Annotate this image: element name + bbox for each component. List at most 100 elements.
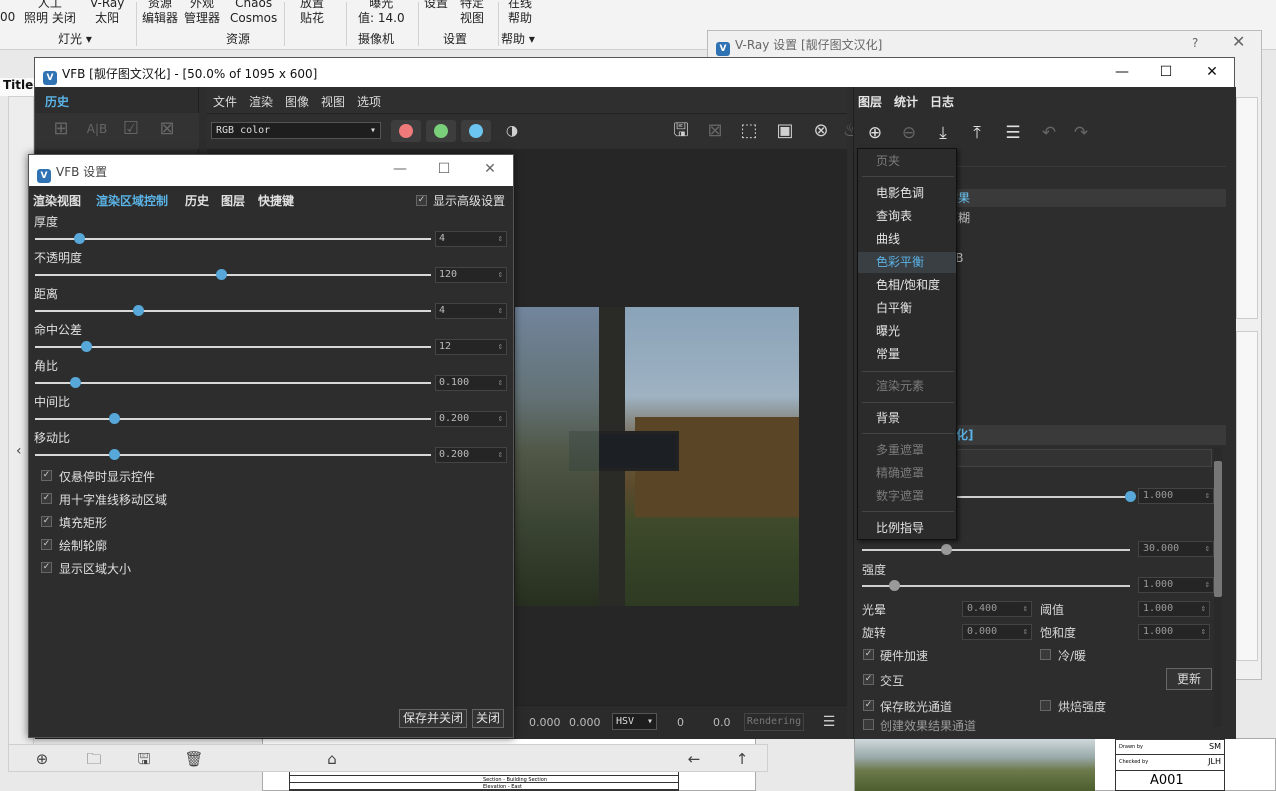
slider-track[interactable]: [35, 310, 431, 312]
close-icon[interactable]: ✕: [1232, 32, 1245, 51]
checkbox[interactable]: ✓: [41, 562, 52, 573]
color-mode-select[interactable]: HSV ▾: [612, 713, 657, 730]
layer-row[interactable]: 效果: [942, 189, 1226, 207]
minimize-icon[interactable]: —: [385, 159, 415, 179]
scrollbar[interactable]: [1236, 331, 1258, 661]
blue-channel-button[interactable]: [461, 120, 491, 142]
add-scene-icon[interactable]: ⊕: [31, 749, 53, 769]
vfb-settings-titlebar[interactable]: V VFB 设置 — ☐ ✕: [29, 155, 513, 186]
menu-item-ratio-guide[interactable]: 比例指导: [858, 518, 956, 539]
asset-editor-button[interactable]: 资源 编辑器: [142, 0, 178, 26]
menu-item-folder[interactable]: 页夹: [858, 151, 956, 172]
menu-image[interactable]: 图像: [285, 93, 309, 110]
ab-compare-icon[interactable]: A|B: [83, 117, 111, 141]
maximize-icon[interactable]: ☐: [1151, 62, 1181, 82]
remove-history-icon[interactable]: ⊠: [153, 117, 181, 141]
update-button[interactable]: 更新: [1166, 668, 1212, 690]
slider-track[interactable]: [35, 382, 431, 384]
slider-knob[interactable]: [109, 449, 120, 460]
slider-value-field[interactable]: 4: [435, 303, 507, 319]
vfb-settings-dialog[interactable]: V VFB 设置 — ☐ ✕ 渲染视图 渲染区域控制 历史 图层 快捷键 ✓ 显示…: [28, 154, 514, 738]
place-decal-button[interactable]: 放置 贴花: [300, 0, 324, 26]
menu-item-multi-matte[interactable]: 多重遮罩: [858, 440, 956, 461]
advanced-settings-checkbox[interactable]: ✓: [416, 195, 427, 206]
close-button[interactable]: 关闭: [472, 709, 504, 728]
slider-track[interactable]: [862, 585, 1130, 587]
tab-history[interactable]: 历史: [185, 192, 209, 209]
strength-field[interactable]: 1.000: [1138, 577, 1214, 593]
ribbon-group-help[interactable]: 帮助 ▾: [501, 30, 535, 47]
menu-item-color-balance[interactable]: 色彩平衡: [858, 252, 956, 273]
interactive-checkbox[interactable]: ✓: [863, 674, 874, 685]
slider-value-field[interactable]: 0.200: [435, 447, 507, 463]
menu-item-filmic-tonemap[interactable]: 电影色调: [858, 183, 956, 204]
menu-item-background[interactable]: 背景: [858, 408, 956, 429]
menu-render[interactable]: 渲染: [249, 93, 273, 110]
tab-history[interactable]: 历史: [45, 93, 69, 110]
slider-knob[interactable]: [70, 377, 81, 388]
delete-icon[interactable]: 🗑: [183, 749, 205, 769]
layer-row[interactable]: 模糊: [942, 209, 1226, 227]
rotate-field[interactable]: 0.000: [962, 624, 1032, 640]
channel-select[interactable]: RGB color ▾: [211, 122, 381, 139]
checkbox[interactable]: ✓: [41, 539, 52, 550]
menu-file[interactable]: 文件: [213, 93, 237, 110]
slider-knob[interactable]: [133, 305, 144, 316]
clear-image-icon[interactable]: ⊠: [701, 119, 729, 143]
tab-layers[interactable]: 图层: [221, 192, 245, 209]
open-folder-icon[interactable]: 🗀: [83, 749, 105, 769]
menu-item-digit-matte[interactable]: 数字遮罩: [858, 486, 956, 507]
menu-item-constant[interactable]: 常量: [858, 344, 956, 365]
checkbox[interactable]: ✓: [41, 470, 52, 481]
load-layers-icon[interactable]: ⤒: [962, 121, 992, 145]
exposure-value-control[interactable]: 曝光 值: 14.0: [358, 0, 405, 26]
checkbox[interactable]: ✓: [41, 493, 52, 504]
layer-row[interactable]: GB: [942, 249, 1226, 267]
menu-view[interactable]: 视图: [321, 93, 345, 110]
follow-mouse-icon[interactable]: ▣: [771, 119, 799, 143]
value-field-1[interactable]: 1.000: [1138, 488, 1214, 504]
save-bloom-checkbox[interactable]: ✓: [863, 700, 874, 711]
save-and-close-button[interactable]: 保存并关闭: [399, 709, 467, 728]
close-icon[interactable]: ✕: [1197, 62, 1227, 82]
slider-track[interactable]: [862, 549, 1130, 551]
slider-track[interactable]: [35, 346, 431, 348]
log-icon[interactable]: ☰: [815, 710, 843, 734]
create-effect-checkbox[interactable]: [863, 719, 874, 730]
slider-track[interactable]: [35, 238, 431, 240]
layer-presets-icon[interactable]: ☰: [998, 121, 1028, 145]
tab-stats[interactable]: 统计: [894, 93, 918, 110]
tab-shortcuts[interactable]: 快捷键: [258, 192, 294, 209]
slider-value-field[interactable]: 0.100: [435, 375, 507, 391]
tab-log[interactable]: 日志: [930, 93, 954, 110]
tab-render-region[interactable]: 渲染区域控制: [96, 192, 168, 209]
value-field-2[interactable]: 30.000: [1138, 541, 1214, 557]
menu-item-lut[interactable]: 查询表: [858, 206, 956, 227]
arrow-left-icon[interactable]: ←: [683, 749, 705, 769]
save-history-icon[interactable]: ⊞: [47, 117, 75, 141]
slider-knob[interactable]: [941, 544, 952, 555]
menu-item-curves[interactable]: 曲线: [858, 229, 956, 250]
slider-track[interactable]: [35, 418, 431, 420]
hw-accel-checkbox[interactable]: ✓: [863, 649, 874, 660]
arrow-up-icon[interactable]: ↑: [731, 749, 753, 769]
slider-value-field[interactable]: 0.200: [435, 411, 507, 427]
ribbon-group-lights[interactable]: 灯光 ▾: [58, 30, 92, 47]
slider-knob[interactable]: [1125, 491, 1136, 502]
redo-icon[interactable]: ↷: [1066, 121, 1096, 145]
red-channel-button[interactable]: [391, 120, 421, 142]
cold-warm-checkbox[interactable]: [1040, 649, 1051, 660]
online-help-button[interactable]: 在线 帮助: [508, 0, 532, 26]
add-layer-icon[interactable]: ⊕: [860, 121, 890, 145]
clean-icon[interactable]: ⌂: [321, 749, 343, 769]
appearance-manager-button[interactable]: 外观 管理器: [184, 0, 220, 26]
undo-icon[interactable]: ↶: [1034, 121, 1064, 145]
menu-options[interactable]: 选项: [357, 93, 381, 110]
slider-knob[interactable]: [81, 341, 92, 352]
vfb-titlebar[interactable]: V VFB [靓仔图文汉化] - [50.0% of 1095 x 600] — …: [35, 58, 1234, 87]
slider-knob[interactable]: [889, 580, 900, 591]
artificial-light-button[interactable]: 人工 照明 关闭: [24, 0, 76, 26]
properties-scrollbar[interactable]: [1214, 447, 1222, 727]
help-icon[interactable]: ?: [1192, 36, 1198, 50]
slider-value-field[interactable]: 12: [435, 339, 507, 355]
